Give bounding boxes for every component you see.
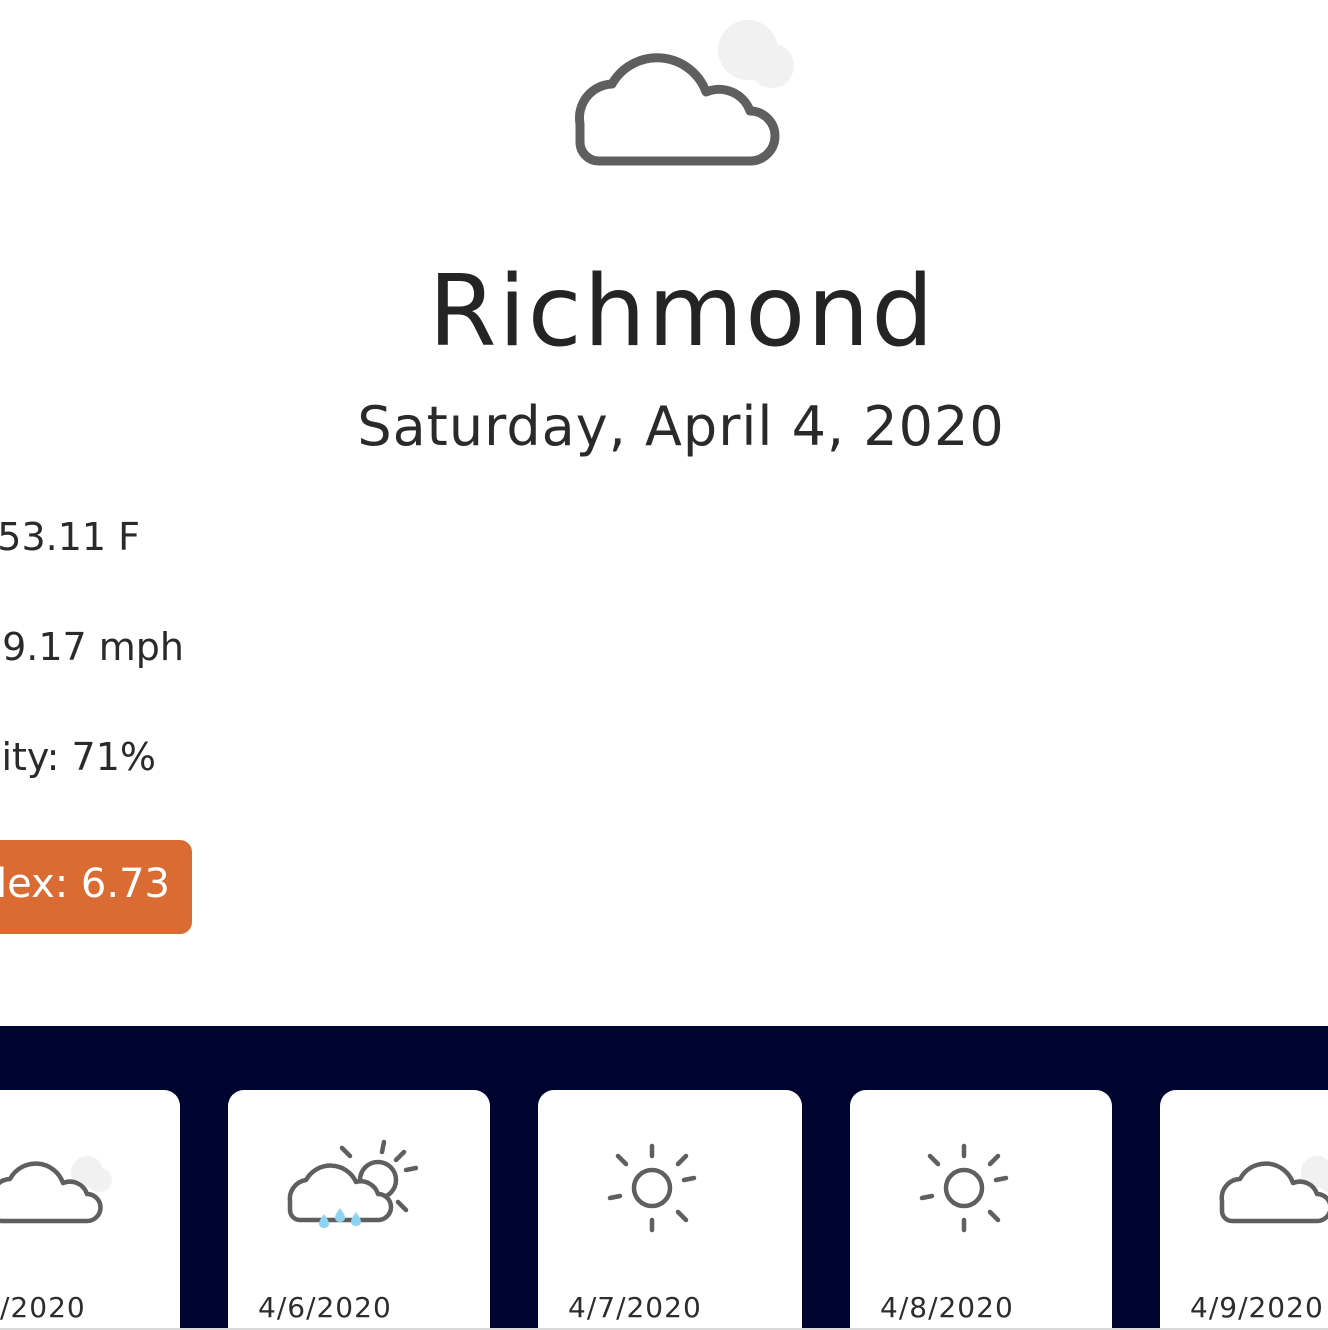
forecast-card: /2020 [0, 1090, 180, 1330]
sun-icon [919, 1143, 1009, 1233]
forecast-section: /2020 4/6/2020 4/7/2020 4/8/2020 4/9/202… [0, 1026, 1328, 1330]
partly-cloudy-icon [0, 1156, 112, 1224]
uv-index-value: dex: 6.73 [0, 861, 170, 907]
forecast-date: /2020 [0, 1291, 86, 1324]
forecast-card: 4/6/2020 [228, 1090, 490, 1330]
forecast-card: 4/9/2020 [1160, 1090, 1328, 1330]
uv-index-badge: dex: 6.73 [0, 840, 192, 934]
forecast-date: 4/6/2020 [258, 1291, 392, 1324]
partly-cloudy-icon [1219, 1156, 1328, 1224]
humidity-value: dity: 71% [0, 735, 156, 779]
forecast-date: 4/8/2020 [880, 1291, 1014, 1324]
forecast-card: 4/7/2020 [538, 1090, 802, 1330]
forecast-date: 4/7/2020 [568, 1291, 702, 1324]
rain-sun-cloud-icon [287, 1139, 418, 1228]
sun-icon [607, 1143, 697, 1233]
current-date: Saturday, April 4, 2020 [357, 395, 1005, 458]
forecast-card: 4/8/2020 [850, 1090, 1112, 1330]
partly-cloudy-icon [574, 20, 794, 166]
temperature-value: : 53.11 F [0, 515, 140, 559]
city-name: Richmond [428, 255, 936, 369]
wind-speed-value: : 9.17 mph [0, 625, 184, 669]
forecast-date: 4/9/2020 [1190, 1291, 1324, 1324]
